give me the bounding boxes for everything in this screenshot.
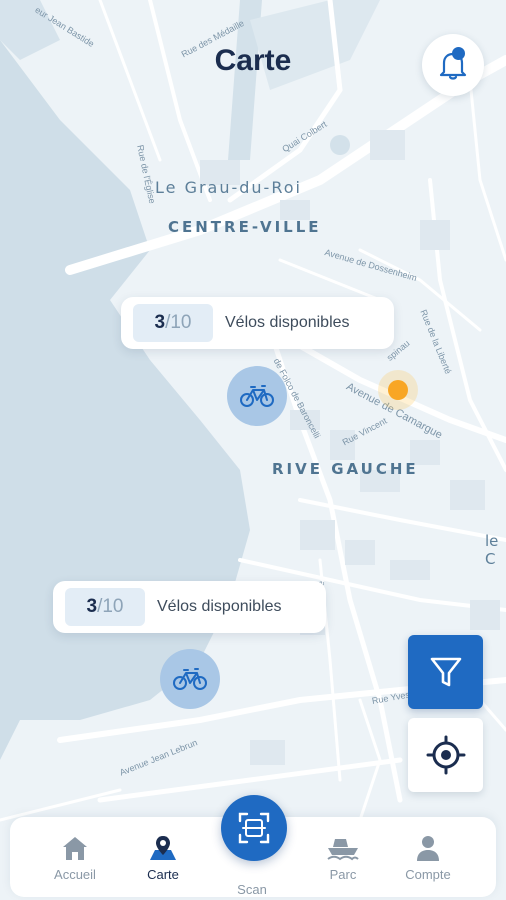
available-count: 3	[154, 312, 166, 333]
bicycle-icon	[240, 385, 274, 407]
availability-count: 3/10	[133, 304, 213, 342]
nav-item-carte[interactable]: Carte	[123, 817, 203, 897]
map-edge-label: le C	[485, 532, 499, 568]
nav-label: Parc	[329, 867, 357, 882]
nav-item-parc[interactable]: Parc	[303, 817, 383, 897]
station-card[interactable]: 3/10 Vélos disponibles	[53, 581, 326, 633]
nav-item-compte[interactable]: Compte	[388, 817, 468, 897]
locate-me-button[interactable]	[408, 718, 483, 792]
crosshair-icon	[426, 735, 465, 775]
availability-label: Vélos disponibles	[157, 598, 282, 615]
bike-station-marker[interactable]	[160, 649, 220, 709]
available-count: 3	[86, 596, 98, 617]
user-icon	[417, 836, 439, 861]
bicycle-icon	[173, 668, 207, 690]
district-label-centre-ville: CENTRE-VILLE	[168, 218, 322, 236]
filter-button[interactable]	[408, 635, 483, 709]
qr-scan-icon	[238, 812, 270, 844]
nav-label: Compte	[405, 867, 451, 882]
nav-label: Scan	[237, 882, 267, 897]
filter-icon	[430, 657, 461, 687]
map-pin-icon	[150, 836, 176, 860]
station-card[interactable]: 3/10 Vélos disponibles	[121, 297, 394, 349]
user-location-marker	[378, 370, 418, 410]
district-label-rive-gauche: RIVE GAUCHE	[272, 460, 419, 478]
scan-button[interactable]	[221, 795, 287, 861]
nav-label: Accueil	[54, 867, 96, 882]
availability-count: 3/10	[65, 588, 145, 626]
nav-item-accueil[interactable]: Accueil	[35, 817, 115, 897]
total-count: /10	[97, 596, 124, 617]
availability-label: Vélos disponibles	[225, 314, 350, 331]
town-label: Le Grau-du-Roi	[155, 178, 302, 197]
boat-icon	[327, 839, 359, 861]
nav-label: Carte	[147, 867, 179, 882]
total-count: /10	[165, 312, 192, 333]
home-icon	[63, 837, 87, 860]
notification-badge	[452, 47, 465, 60]
bike-station-marker[interactable]	[227, 366, 287, 426]
notifications-button[interactable]	[422, 34, 484, 96]
